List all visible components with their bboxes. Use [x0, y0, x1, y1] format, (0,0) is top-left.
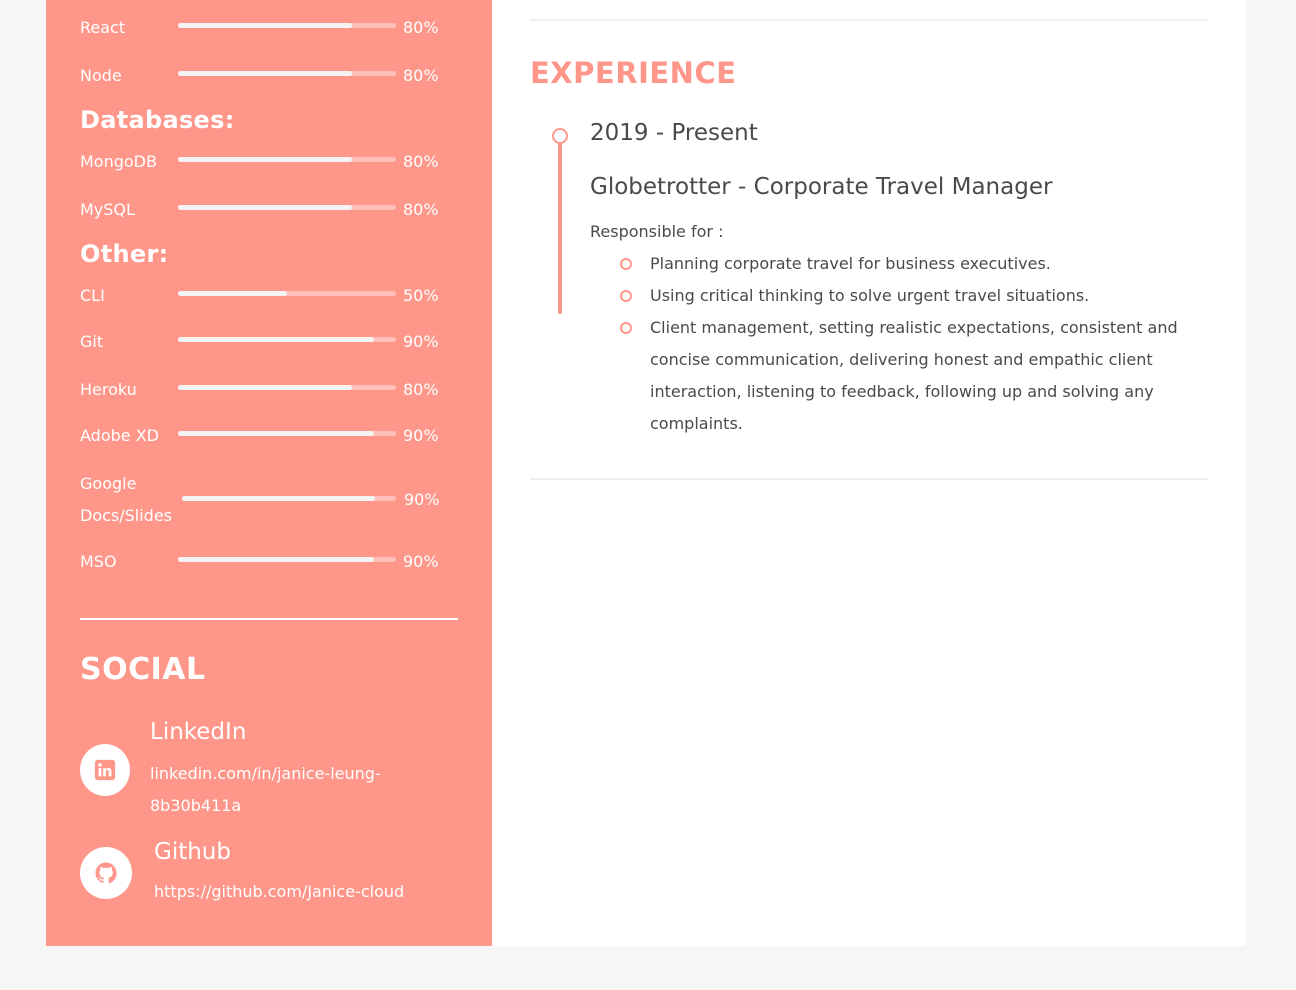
skill-bar [178, 337, 396, 342]
skill-name: CLI [80, 286, 105, 305]
linkedin-link[interactable]: linkedin.com/in/janice-leung- 8b30b411a [150, 758, 381, 822]
bullet-circle-icon [620, 258, 632, 270]
skill-bar-fill [178, 291, 287, 296]
skill-percent: 90% [403, 332, 439, 351]
skill-percent: 80% [403, 18, 439, 37]
skill-name: MSO [80, 552, 117, 571]
list-item: Client management, setting realistic exp… [620, 312, 1190, 440]
github-button[interactable] [80, 847, 132, 899]
skill-cli: CLI 50% [80, 280, 440, 305]
skill-name: Adobe XD [80, 426, 159, 445]
responsible-label: Responsible for : [590, 222, 724, 241]
skill-bar [178, 431, 396, 436]
github-icon [95, 862, 117, 884]
skill-bar [178, 385, 396, 390]
skill-name: Google Docs/Slides [80, 468, 172, 532]
experience-job-title: Globetrotter - Corporate Travel Manager [590, 174, 1053, 200]
bullet-circle-icon [620, 290, 632, 302]
skill-bar-fill [178, 337, 375, 342]
skill-bar-fill [178, 385, 353, 390]
skill-bar-fill [178, 23, 353, 28]
databases-heading: Databases: [80, 106, 235, 134]
skill-percent: 90% [403, 552, 439, 571]
skill-node: Node 80% [80, 60, 440, 85]
experience-title: EXPERIENCE [530, 56, 737, 90]
timeline-line [558, 140, 562, 314]
list-item-text: Client management, setting realistic exp… [650, 318, 1178, 433]
experience-date: 2019 - Present [590, 120, 758, 146]
linkedin-label: LinkedIn [150, 719, 247, 745]
responsibility-list: Planning corporate travel for business e… [620, 248, 1190, 440]
linkedin-link-line-1: linkedin.com/in/janice-leung- [150, 764, 381, 783]
skill-bar-fill [182, 496, 375, 501]
skill-name: React [80, 18, 126, 37]
skill-bar [178, 71, 396, 76]
skill-name: Heroku [80, 380, 137, 399]
linkedin-link-line-2: 8b30b411a [150, 796, 242, 815]
other-heading: Other: [80, 240, 169, 268]
skill-name: Git [80, 332, 104, 351]
skill-name: Node [80, 66, 122, 85]
bullet-circle-icon [620, 322, 632, 334]
skill-git: Git 90% [80, 326, 440, 351]
list-item-text: Using critical thinking to solve urgent … [650, 286, 1090, 305]
skill-mysql: MySQL 80% [80, 194, 440, 219]
list-item: Planning corporate travel for business e… [620, 248, 1190, 280]
skill-percent: 90% [403, 426, 439, 445]
linkedin-button[interactable] [80, 744, 130, 796]
top-divider [530, 19, 1208, 21]
sidebar-divider [80, 618, 458, 620]
skill-bar [178, 23, 396, 28]
github-link[interactable]: https://github.com/Janice-cloud [154, 876, 404, 908]
skill-bar-fill [178, 71, 353, 76]
skill-bar-fill [178, 557, 375, 562]
linkedin-icon [94, 759, 116, 781]
skill-percent: 80% [403, 200, 439, 219]
skill-bar [178, 205, 396, 210]
skill-name-line-1: Google [80, 474, 137, 493]
sidebar: React 80% Node 80% Databases: MongoDB 80… [46, 0, 492, 946]
bottom-divider [530, 478, 1208, 480]
social-title: SOCIAL [80, 652, 206, 687]
skill-percent: 80% [403, 66, 439, 85]
skill-percent: 90% [404, 490, 440, 509]
skill-bar [178, 157, 396, 162]
skill-percent: 50% [403, 286, 439, 305]
skill-mso: MSO 90% [80, 546, 440, 571]
skill-bar-fill [178, 157, 353, 162]
skill-name: MySQL [80, 200, 135, 219]
skill-react: React 80% [80, 12, 440, 37]
list-item-text: Planning corporate travel for business e… [650, 254, 1051, 273]
skill-adobe-xd: Adobe XD 90% [80, 420, 440, 445]
skill-bar-fill [178, 205, 353, 210]
skill-name-line-2: Docs/Slides [80, 506, 173, 525]
list-item: Using critical thinking to solve urgent … [620, 280, 1190, 312]
skill-bar [182, 496, 396, 501]
github-label: Github [154, 839, 231, 865]
skill-bar [178, 557, 396, 562]
skill-google-docs-slides: Google Docs/Slides 90% [80, 468, 440, 532]
skill-mongodb: MongoDB 80% [80, 146, 440, 171]
skill-bar-fill [178, 431, 375, 436]
timeline-dot [552, 128, 568, 144]
main-content: EXPERIENCE 2019 - Present Globetrotter -… [492, 0, 1246, 946]
skill-percent: 80% [403, 152, 439, 171]
skill-percent: 80% [403, 380, 439, 399]
skill-bar [178, 291, 396, 296]
skill-name: MongoDB [80, 152, 157, 171]
skill-heroku: Heroku 80% [80, 374, 440, 399]
